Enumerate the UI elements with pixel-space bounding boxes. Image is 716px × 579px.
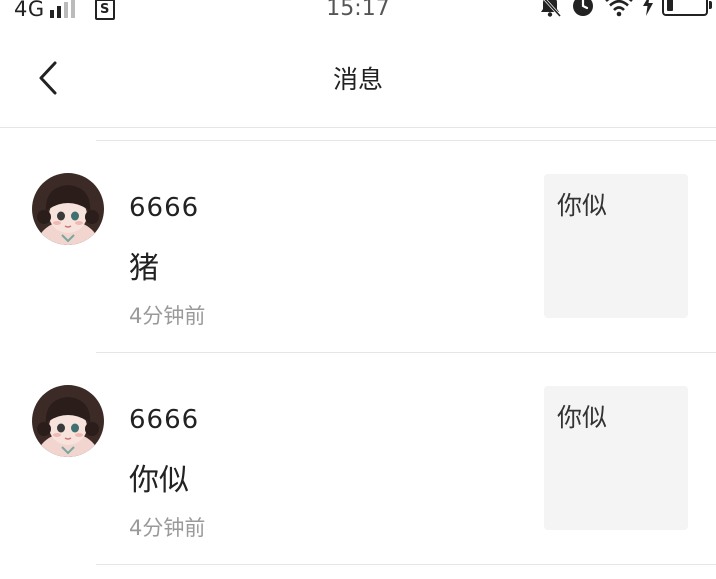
status-bar: 4G S 15:17 xyxy=(0,0,716,24)
wifi-icon xyxy=(604,0,634,17)
bell-muted-icon xyxy=(538,0,562,18)
timestamp: 4分钟前 xyxy=(129,516,206,540)
quoted-post[interactable]: 你似 xyxy=(544,174,688,318)
status-right xyxy=(538,0,712,18)
user-name[interactable]: 6666 xyxy=(129,405,199,435)
alarm-clock-icon xyxy=(570,0,596,18)
timestamp: 4分钟前 xyxy=(129,304,206,328)
avatar[interactable] xyxy=(32,385,104,457)
quoted-post-text: 你似 xyxy=(557,191,608,220)
avatar[interactable] xyxy=(32,173,104,245)
quoted-post-text: 你似 xyxy=(557,403,608,432)
user-name[interactable]: 6666 xyxy=(129,193,199,223)
battery-level xyxy=(667,0,674,11)
divider xyxy=(96,564,716,565)
notification-item[interactable]: 6666 你似 4分钟前 你似 xyxy=(0,353,716,564)
quoted-post[interactable]: 你似 xyxy=(544,386,688,530)
nav-bar: 消息 xyxy=(0,24,716,128)
charging-bolt-icon xyxy=(642,0,654,16)
message-text: 猪 xyxy=(129,251,159,286)
message-text: 你似 xyxy=(129,463,189,498)
page-title: 消息 xyxy=(332,65,383,94)
notification-item[interactable]: 6666 猪 4分钟前 你似 xyxy=(0,141,716,352)
battery-icon xyxy=(662,0,712,16)
notification-list: 6666 猪 4分钟前 你似 6666 你似 4分钟前 你似 xyxy=(0,140,716,565)
